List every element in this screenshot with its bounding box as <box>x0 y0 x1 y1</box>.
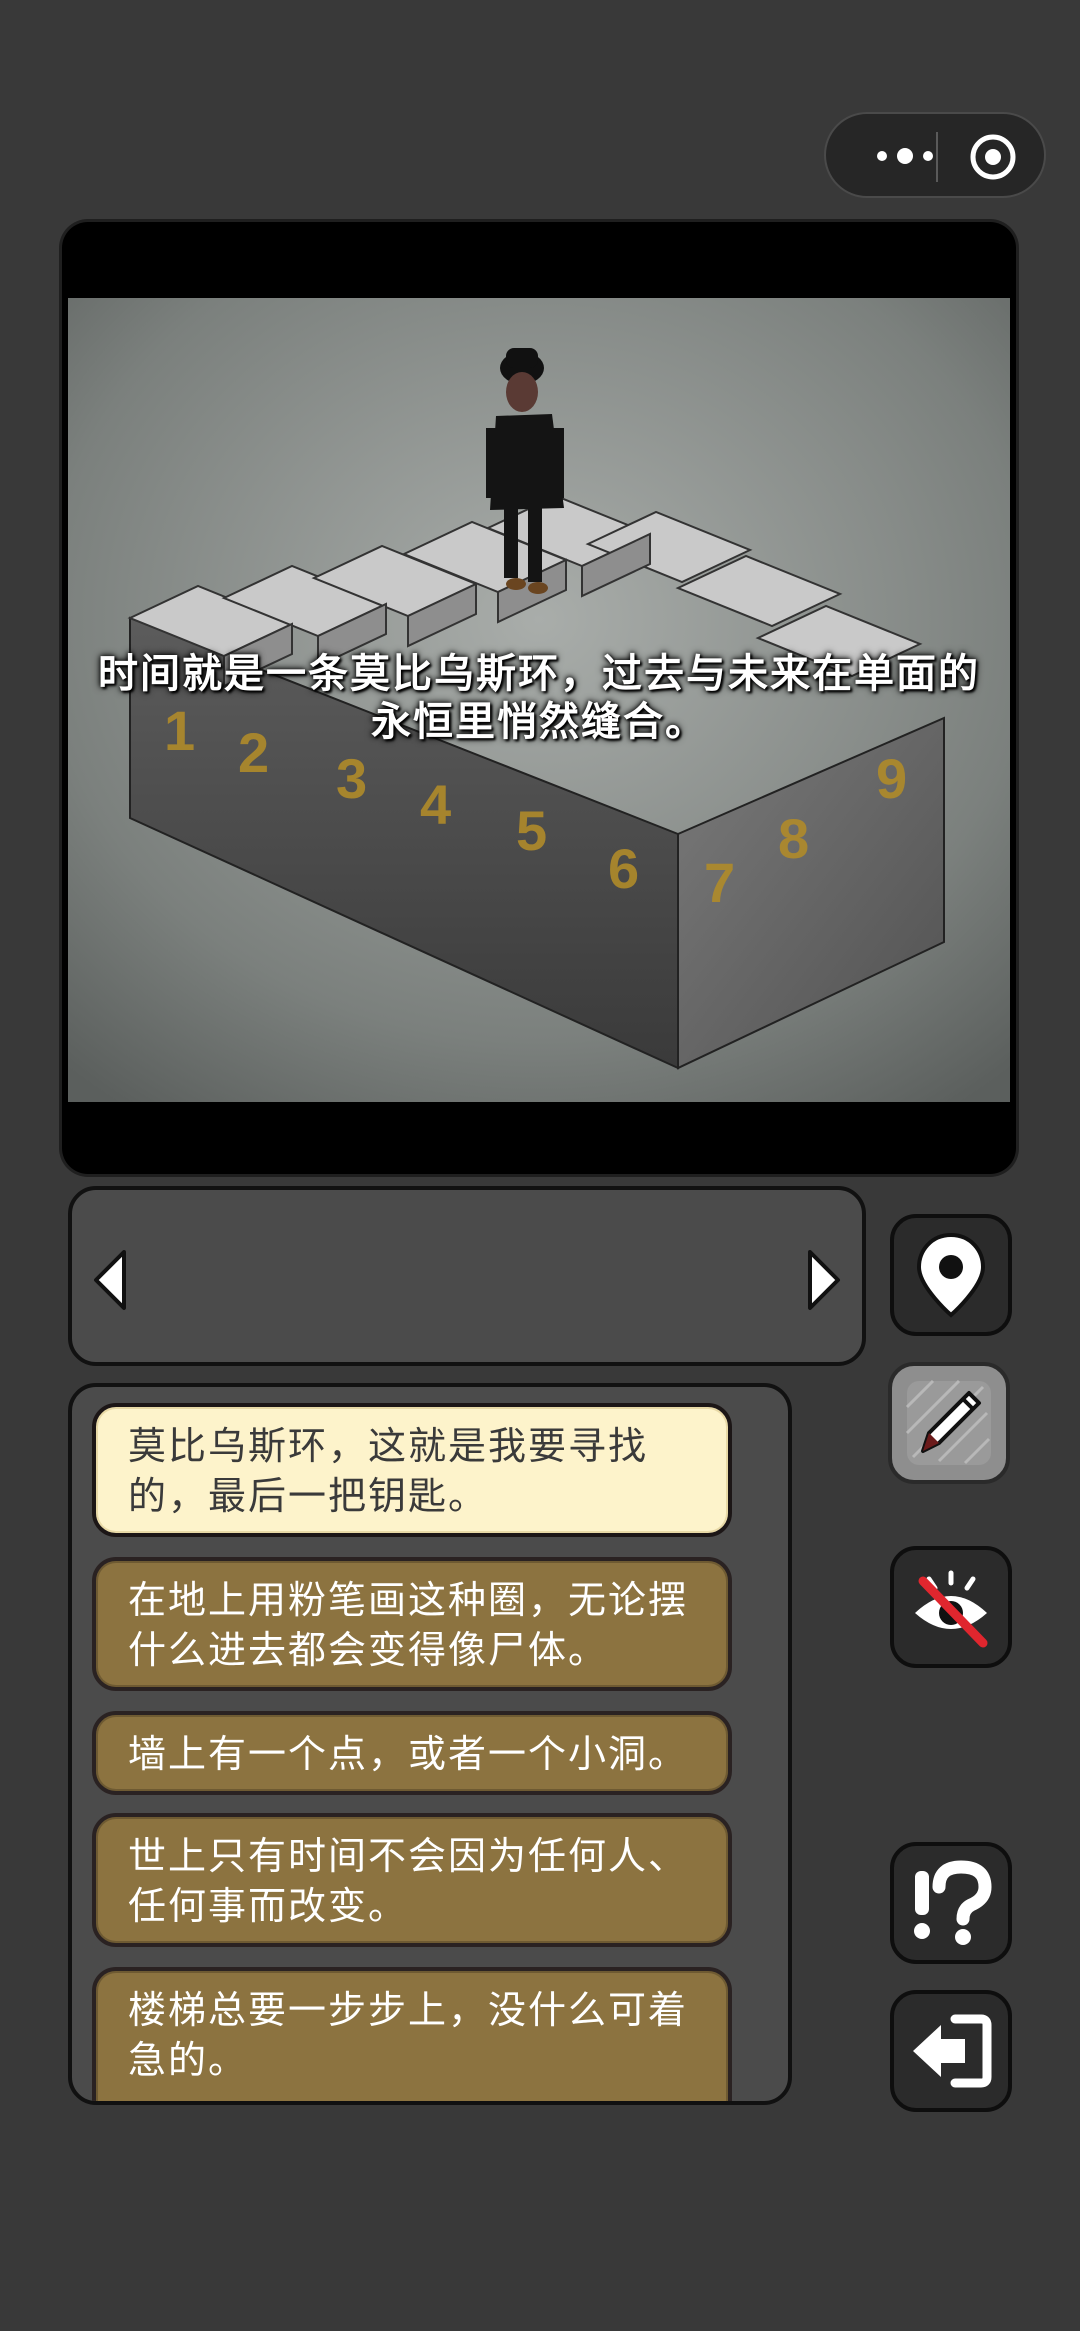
svg-text:6: 6 <box>608 837 639 900</box>
notes-button[interactable] <box>888 1362 1010 1484</box>
scene-navigation-bar <box>68 1186 866 1366</box>
mini-program-capsule <box>824 112 1046 198</box>
capsule-divider <box>936 132 938 182</box>
exit-button[interactable] <box>890 1990 1012 2112</box>
close-target-icon[interactable] <box>968 132 1018 182</box>
hide-text-button[interactable] <box>890 1546 1012 1668</box>
arrow-right-icon[interactable] <box>804 1248 844 1312</box>
svg-text:9: 9 <box>876 747 907 810</box>
dialogue-option[interactable]: 楼梯总要一步步上，没什么可着急的。 <box>92 1967 732 2101</box>
arrow-left-icon[interactable] <box>90 1248 130 1312</box>
hint-button[interactable] <box>890 1842 1012 1964</box>
location-pin-icon <box>916 1232 986 1318</box>
location-button[interactable] <box>890 1214 1012 1336</box>
scene-frame: 1 2 3 4 5 6 7 8 9 时间就是一条莫比乌斯环，过去与未来在单面的永… <box>62 222 1016 1174</box>
more-dots-icon[interactable] <box>870 136 940 176</box>
dialogue-option[interactable]: 世上只有时间不会因为任何人、任何事而改变。 <box>92 1813 732 1947</box>
scene-caption: 时间就是一条莫比乌斯环，过去与未来在单面的永恒里悄然缝合。 <box>98 651 980 745</box>
dialogue-options-panel[interactable]: 莫比乌斯环，这就是我要寻找的，最后一把钥匙。 在地上用粉笔画这种圈，无论摆什么进… <box>68 1383 792 2105</box>
dialogue-option[interactable]: 墙上有一个点，或者一个小洞。 <box>92 1711 732 1795</box>
svg-text:7: 7 <box>704 851 735 914</box>
hint-icon <box>914 1860 992 1945</box>
svg-text:3: 3 <box>336 747 367 810</box>
pencil-icon <box>905 1379 991 1465</box>
dialogue-option[interactable]: 莫比乌斯环，这就是我要寻找的，最后一把钥匙。 <box>92 1403 732 1537</box>
eye-hidden-icon <box>915 1570 988 1648</box>
svg-text:5: 5 <box>516 799 547 862</box>
dialogue-option[interactable]: 在地上用粉笔画这种圈，无论摆什么进去都会变得像尸体。 <box>92 1557 732 1691</box>
exit-icon <box>913 2014 992 2088</box>
svg-text:4: 4 <box>420 773 451 836</box>
svg-text:8: 8 <box>778 807 809 870</box>
